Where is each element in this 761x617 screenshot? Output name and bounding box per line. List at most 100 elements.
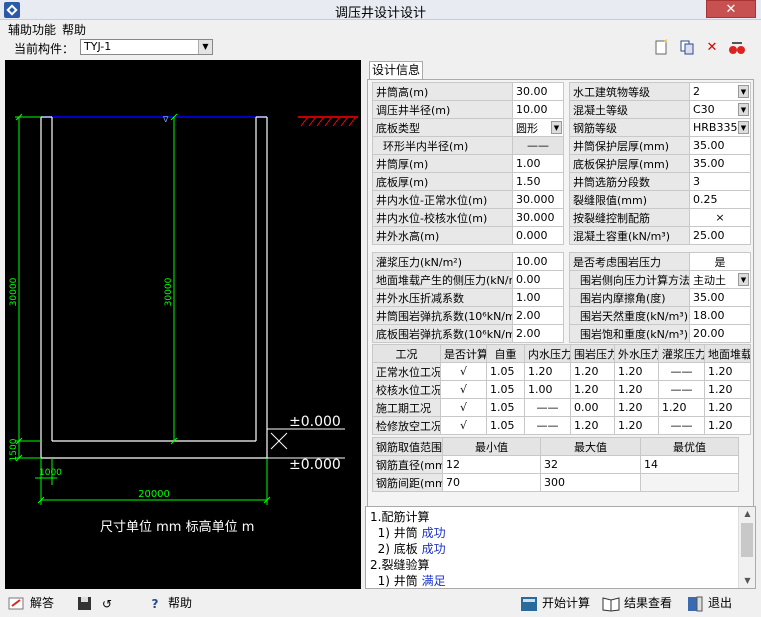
param-input[interactable]: 1.00: [512, 288, 564, 307]
table-cell[interactable]: 1.00: [524, 380, 571, 399]
param-input[interactable]: 1.00: [512, 154, 564, 173]
column-header: 钢筋取值范围: [372, 437, 443, 456]
param-select-value: 圆形: [516, 121, 538, 135]
menu-bar: 辅助功能 帮助: [0, 20, 761, 38]
table-cell[interactable]: 1.20: [658, 398, 705, 417]
case-calc-checkbox[interactable]: √: [440, 398, 487, 417]
param-input[interactable]: 35.00: [689, 154, 751, 173]
param-input[interactable]: 0.000: [512, 226, 564, 245]
param-input[interactable]: 2.00: [512, 324, 564, 343]
chevron-down-icon[interactable]: ▼: [738, 273, 749, 286]
table-cell[interactable]: 1.20: [614, 416, 659, 435]
case-calc-checkbox[interactable]: √: [440, 380, 487, 399]
menu-item-help[interactable]: 帮助: [62, 21, 86, 38]
table-cell[interactable]: 1.20: [614, 362, 659, 381]
component-select-value: TYJ-1: [84, 40, 112, 53]
param-input[interactable]: 25.00: [689, 226, 751, 245]
param-input[interactable]: 30.000: [512, 190, 564, 209]
tab-design-info[interactable]: 设计信息: [369, 61, 423, 79]
table-cell[interactable]: 1.20: [704, 380, 751, 399]
param-input[interactable]: 10.00: [512, 252, 564, 271]
param-select[interactable]: C30 ▼: [689, 100, 751, 119]
undo-button[interactable]: ↺: [98, 593, 120, 613]
exit-button[interactable]: 退出: [686, 593, 732, 613]
column-header: 外水压力: [614, 344, 659, 363]
param-input[interactable]: 30.00: [512, 82, 564, 101]
table-cell[interactable]: 70: [442, 473, 541, 492]
case-calc-checkbox[interactable]: √: [440, 416, 487, 435]
param-input[interactable]: 10.00: [512, 100, 564, 119]
rebar-row-label: 钢筋直径(mm): [372, 455, 443, 474]
chevron-down-icon[interactable]: ▼: [738, 103, 749, 116]
table-cell[interactable]: 1.05: [486, 416, 525, 435]
answer-label: 解答: [30, 596, 55, 610]
param-input[interactable]: 2.00: [512, 306, 564, 325]
table-cell[interactable]: 1.20: [704, 362, 751, 381]
design-info-panel: 井筒高(m) 30.00 调压井半径(m) 10.00 底板类型 圆形 ▼ 环形半内半径…: [367, 79, 754, 509]
table-cell[interactable]: 1.05: [486, 398, 525, 417]
answer-button[interactable]: 解答: [8, 593, 54, 613]
table-cell[interactable]: 12: [442, 455, 541, 474]
scroll-thumb[interactable]: [741, 523, 753, 557]
param-input[interactable]: 35.00: [689, 288, 751, 307]
tools-icon[interactable]: [728, 39, 746, 57]
help-button[interactable]: ? 帮助: [146, 593, 193, 613]
table-cell[interactable]: 1.20: [614, 398, 659, 417]
copy-icon[interactable]: [678, 39, 696, 57]
chevron-down-icon[interactable]: ▼: [738, 85, 749, 98]
table-cell[interactable]: 1.05: [486, 362, 525, 381]
param-label: 围岩天然重度(kN/m³): [569, 306, 690, 325]
log-scrollbar[interactable]: ▲ ▼: [738, 507, 755, 588]
table-row: 井外水压折减系数 1.00: [372, 288, 564, 307]
table-cell[interactable]: 1.20: [614, 380, 659, 399]
case-name: 施工期工况: [372, 398, 441, 417]
exit-door-icon: [686, 596, 704, 612]
param-input[interactable]: 0.25: [689, 190, 751, 209]
table-cell[interactable]: 1.20: [524, 362, 571, 381]
dim-height-inner: 30000: [164, 277, 174, 306]
component-select[interactable]: TYJ-1 ▼: [80, 39, 213, 55]
table-cell[interactable]: 14: [640, 455, 739, 474]
start-calc-button[interactable]: 开始计算: [520, 593, 590, 613]
param-select[interactable]: HRB335 ▼: [689, 118, 751, 137]
table-row: 调压井半径(m) 10.00: [372, 100, 564, 119]
view-result-button[interactable]: 结果查看: [602, 593, 672, 613]
unit-note: 尺寸单位 mm 标高单位 m: [100, 519, 254, 535]
case-calc-checkbox[interactable]: √: [440, 362, 487, 381]
param-input[interactable]: 30.000: [512, 208, 564, 227]
chevron-down-icon[interactable]: ▼: [198, 40, 212, 54]
chevron-down-icon[interactable]: ▼: [738, 121, 749, 134]
table-cell[interactable]: 1.20: [704, 398, 751, 417]
table-cell[interactable]: 1.20: [704, 416, 751, 435]
param-select[interactable]: 2 ▼: [689, 82, 751, 101]
close-button[interactable]: ✕: [706, 0, 756, 18]
scroll-down-icon[interactable]: ▼: [739, 574, 755, 588]
table-cell[interactable]: 1.05: [486, 380, 525, 399]
save-button[interactable]: [76, 593, 98, 613]
param-input[interactable]: 18.00: [689, 306, 751, 325]
table-cell[interactable]: 300: [540, 473, 641, 492]
chevron-down-icon[interactable]: ▼: [551, 121, 562, 134]
calc-log[interactable]: 1.配筋计算 1) 井筒 成功 2) 底板 成功 2.裂缝验算 1) 井筒 满足…: [365, 506, 756, 589]
table-cell[interactable]: 1.20: [570, 380, 615, 399]
table-cell[interactable]: 1.20: [570, 362, 615, 381]
param-input[interactable]: 1.50: [512, 172, 564, 191]
drawing-canvas[interactable]: ∇ 30000 30000 1500 1000 20000 ±0.000 ±0.…: [5, 60, 361, 589]
param-input[interactable]: 35.00: [689, 136, 751, 155]
param-input[interactable]: 0.00: [512, 270, 564, 289]
table-cell[interactable]: 1.20: [570, 416, 615, 435]
crack-control-toggle[interactable]: ×: [689, 208, 751, 227]
menu-item-assist[interactable]: 辅助功能: [8, 21, 56, 38]
param-input[interactable]: 20.00: [689, 324, 751, 343]
table-row: 井筒围岩弹抗系数(10⁶kN/m³) 2.00: [372, 306, 564, 325]
rock-pressure-toggle[interactable]: 是: [689, 252, 751, 271]
table-cell[interactable]: 0.00: [570, 398, 615, 417]
table-cell[interactable]: 32: [540, 455, 641, 474]
param-input[interactable]: 3: [689, 172, 751, 191]
param-select[interactable]: 主动土 ▼: [689, 270, 751, 289]
delete-icon[interactable]: ✕: [703, 39, 721, 57]
scroll-up-icon[interactable]: ▲: [739, 507, 755, 521]
new-file-icon[interactable]: [652, 39, 670, 57]
param-label: 水工建筑物等级: [569, 82, 690, 101]
param-select[interactable]: 圆形 ▼: [512, 118, 564, 137]
